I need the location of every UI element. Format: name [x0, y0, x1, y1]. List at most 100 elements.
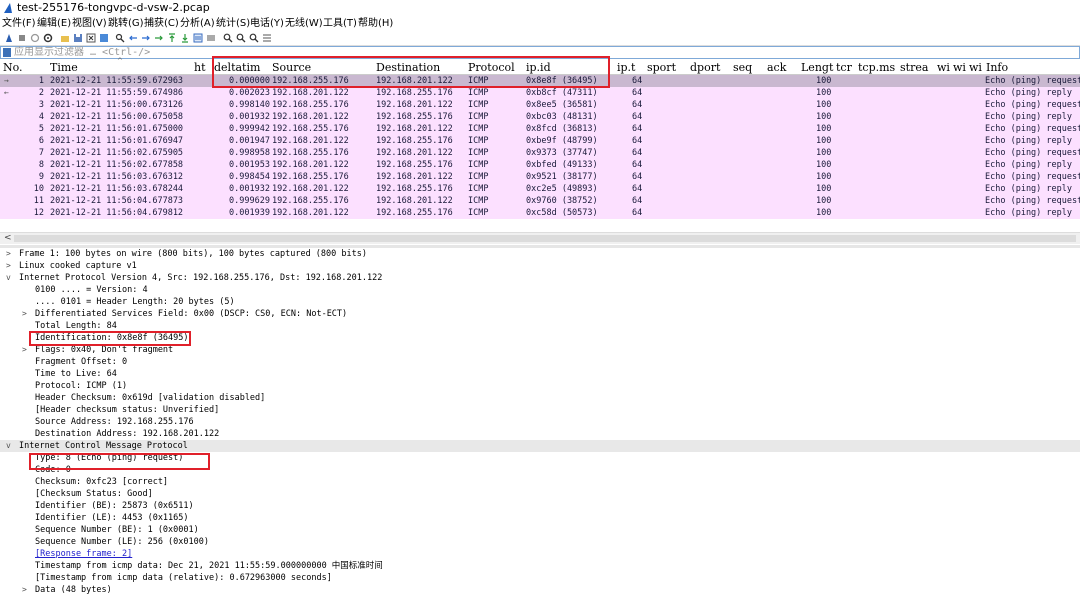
- packet-row[interactable]: 11 2021-12-21 11:56:04.677873 0.999629 1…: [0, 195, 1080, 207]
- auto-scroll-icon[interactable]: [193, 33, 203, 43]
- packet-row[interactable]: 6 2021-12-21 11:56:01.676947 0.001947 19…: [0, 135, 1080, 147]
- packet-row[interactable]: 5 2021-12-21 11:56:01.675000 0.999942 19…: [0, 123, 1080, 135]
- go-back-icon[interactable]: [128, 33, 138, 43]
- detail-field[interactable]: Checksum: 0xfc23 [correct]: [0, 476, 1080, 488]
- menu-analyze[interactable]: 分析(A): [180, 16, 215, 31]
- close-file-icon[interactable]: [86, 33, 96, 43]
- expand-icon[interactable]: >: [22, 308, 27, 320]
- menu-wireless[interactable]: 无线(W): [285, 16, 323, 31]
- menu-statistics[interactable]: 统计(S): [216, 16, 250, 31]
- detail-field[interactable]: Sequence Number (BE): 1 (0x0001): [0, 524, 1080, 536]
- packet-row[interactable]: 4 2021-12-21 11:56:00.675058 0.001932 19…: [0, 111, 1080, 123]
- packet-row[interactable]: 7 2021-12-21 11:56:02.675905 0.998958 19…: [0, 147, 1080, 159]
- expand-icon[interactable]: >: [22, 344, 27, 356]
- expand-icon[interactable]: >: [6, 248, 11, 260]
- detail-field[interactable]: Source Address: 192.168.255.176: [0, 416, 1080, 428]
- menu-tools[interactable]: 工具(T): [323, 16, 357, 31]
- menu-edit[interactable]: 编辑(E): [37, 16, 71, 31]
- last-packet-icon[interactable]: [180, 33, 190, 43]
- detail-frame[interactable]: > Frame 1: 100 bytes on wire (800 bits), …: [0, 248, 1080, 260]
- colorize-icon[interactable]: [206, 33, 216, 43]
- packet-no: 7: [38, 148, 44, 158]
- zoom-in-icon[interactable]: [223, 33, 233, 43]
- column-header-ip-ttl[interactable]: ip.t: [617, 61, 643, 74]
- save-file-icon[interactable]: [73, 33, 83, 43]
- detail-field[interactable]: Time to Live: 64: [0, 368, 1080, 380]
- column-header-ht[interactable]: ht: [194, 61, 210, 74]
- menu-help[interactable]: 帮助(H): [358, 16, 393, 31]
- detail-field[interactable]: Destination Address: 192.168.201.122: [0, 428, 1080, 440]
- column-header-wi-3[interactable]: wi: [969, 61, 983, 74]
- detail-field[interactable]: [Checksum Status: Good]: [0, 488, 1080, 500]
- scroll-left-icon[interactable]: <: [4, 233, 12, 244]
- packet-row[interactable]: 9 2021-12-21 11:56:03.676312 0.998454 19…: [0, 171, 1080, 183]
- menu-capture[interactable]: 捕获(C): [144, 16, 179, 31]
- menu-go[interactable]: 跳转(G): [108, 16, 144, 31]
- window-title: test-255176-tongvpc-d-vsw-2.pcap: [17, 1, 210, 14]
- detail-field[interactable]: Protocol: ICMP (1): [0, 380, 1080, 392]
- column-header-stream[interactable]: strea: [900, 61, 935, 74]
- detail-field[interactable]: Identifier (LE): 4453 (0x1165): [0, 512, 1080, 524]
- column-header-no[interactable]: No.: [3, 61, 47, 74]
- detail-data[interactable]: > Data (48 bytes): [0, 584, 1080, 596]
- menu-telephony[interactable]: 电话(Y): [250, 16, 284, 31]
- expand-icon[interactable]: >: [6, 260, 11, 272]
- column-header-ack[interactable]: ack: [767, 61, 797, 74]
- bookmark-filter-icon[interactable]: [3, 48, 11, 57]
- open-file-icon[interactable]: [60, 33, 70, 43]
- scrollbar-thumb[interactable]: [14, 235, 1076, 242]
- column-header-sport[interactable]: sport: [647, 61, 687, 74]
- packet-row[interactable]: 3 2021-12-21 11:56:00.673126 0.998140 19…: [0, 99, 1080, 111]
- detail-field[interactable]: [Timestamp from icmp data (relative): 0.…: [0, 572, 1080, 584]
- detail-field[interactable]: > Differentiated Services Field: 0x00 (DS…: [0, 308, 1080, 320]
- detail-field[interactable]: Identifier (BE): 25873 (0x6511): [0, 500, 1080, 512]
- detail-field[interactable]: Fragment Offset: 0: [0, 356, 1080, 368]
- detail-linux-cooked[interactable]: > Linux cooked capture v1: [0, 260, 1080, 272]
- packet-row[interactable]: 12 2021-12-21 11:56:04.679812 0.001939 1…: [0, 207, 1080, 219]
- column-header-length[interactable]: Lengt: [801, 61, 834, 74]
- detail-field[interactable]: Timestamp from icmp data: Dec 21, 2021 1…: [0, 560, 1080, 572]
- packet-row[interactable]: 8 2021-12-21 11:56:02.677858 0.001953 19…: [0, 159, 1080, 171]
- stop-capture-icon[interactable]: [17, 33, 27, 43]
- go-to-packet-icon[interactable]: [154, 33, 164, 43]
- normal-size-icon[interactable]: [249, 33, 259, 43]
- zoom-out-icon[interactable]: [236, 33, 246, 43]
- reload-file-icon[interactable]: [99, 33, 109, 43]
- response-frame-link[interactable]: [Response frame: 2]: [35, 548, 132, 560]
- detail-ipv4[interactable]: v Internet Protocol Version 4, Src: 192.1…: [0, 272, 1080, 284]
- restart-capture-icon[interactable]: [30, 33, 40, 43]
- column-header-wi-1[interactable]: wi: [937, 61, 951, 74]
- capture-options-icon[interactable]: [43, 33, 53, 43]
- start-capture-icon[interactable]: [4, 33, 14, 43]
- column-header-time[interactable]: Time: [50, 61, 190, 74]
- go-forward-icon[interactable]: [141, 33, 151, 43]
- find-packet-icon[interactable]: [115, 33, 125, 43]
- packet-length: 100: [816, 100, 832, 110]
- detail-icmp[interactable]: v Internet Control Message Protocol: [0, 440, 1080, 452]
- expand-icon[interactable]: >: [22, 584, 27, 596]
- packet-row[interactable]: 10 2021-12-21 11:56:03.678244 0.001932 1…: [0, 183, 1080, 195]
- column-header-info[interactable]: Info: [986, 61, 1076, 74]
- detail-field[interactable]: .... 0101 = Header Length: 20 bytes (5): [0, 296, 1080, 308]
- column-header-tcr[interactable]: tcr: [836, 61, 856, 74]
- collapse-icon[interactable]: v: [6, 272, 11, 284]
- request-arrow-icon: →: [4, 76, 9, 85]
- detail-field[interactable]: 0100 .... = Version: 4: [0, 284, 1080, 296]
- column-header-wi-2[interactable]: wi: [953, 61, 967, 74]
- column-header-seq[interactable]: seq: [733, 61, 763, 74]
- collapse-icon[interactable]: v: [6, 440, 11, 452]
- column-header-tcp-ms[interactable]: tcp.ms: [858, 61, 898, 74]
- packet-destination: 192.168.201.122: [376, 124, 453, 134]
- column-header-dport[interactable]: dport: [690, 61, 730, 74]
- detail-field[interactable]: [Header checksum status: Unverified]: [0, 404, 1080, 416]
- detail-response-frame[interactable]: [Response frame: 2]: [0, 548, 1080, 560]
- first-packet-icon[interactable]: [167, 33, 177, 43]
- detail-field[interactable]: Header Checksum: 0x619d [validation disa…: [0, 392, 1080, 404]
- resize-columns-icon[interactable]: [262, 33, 272, 43]
- menu-view[interactable]: 视图(V): [72, 16, 107, 31]
- horizontal-scrollbar[interactable]: <: [0, 232, 1080, 244]
- detail-field[interactable]: Sequence Number (LE): 256 (0x0100): [0, 536, 1080, 548]
- menu-file[interactable]: 文件(F): [2, 16, 36, 31]
- packet-row[interactable]: ← 2 2021-12-21 11:55:59.674986 0.002023 …: [0, 87, 1080, 99]
- display-filter-input[interactable]: 应用显示过滤器 … <Ctrl-/>: [14, 47, 150, 58]
